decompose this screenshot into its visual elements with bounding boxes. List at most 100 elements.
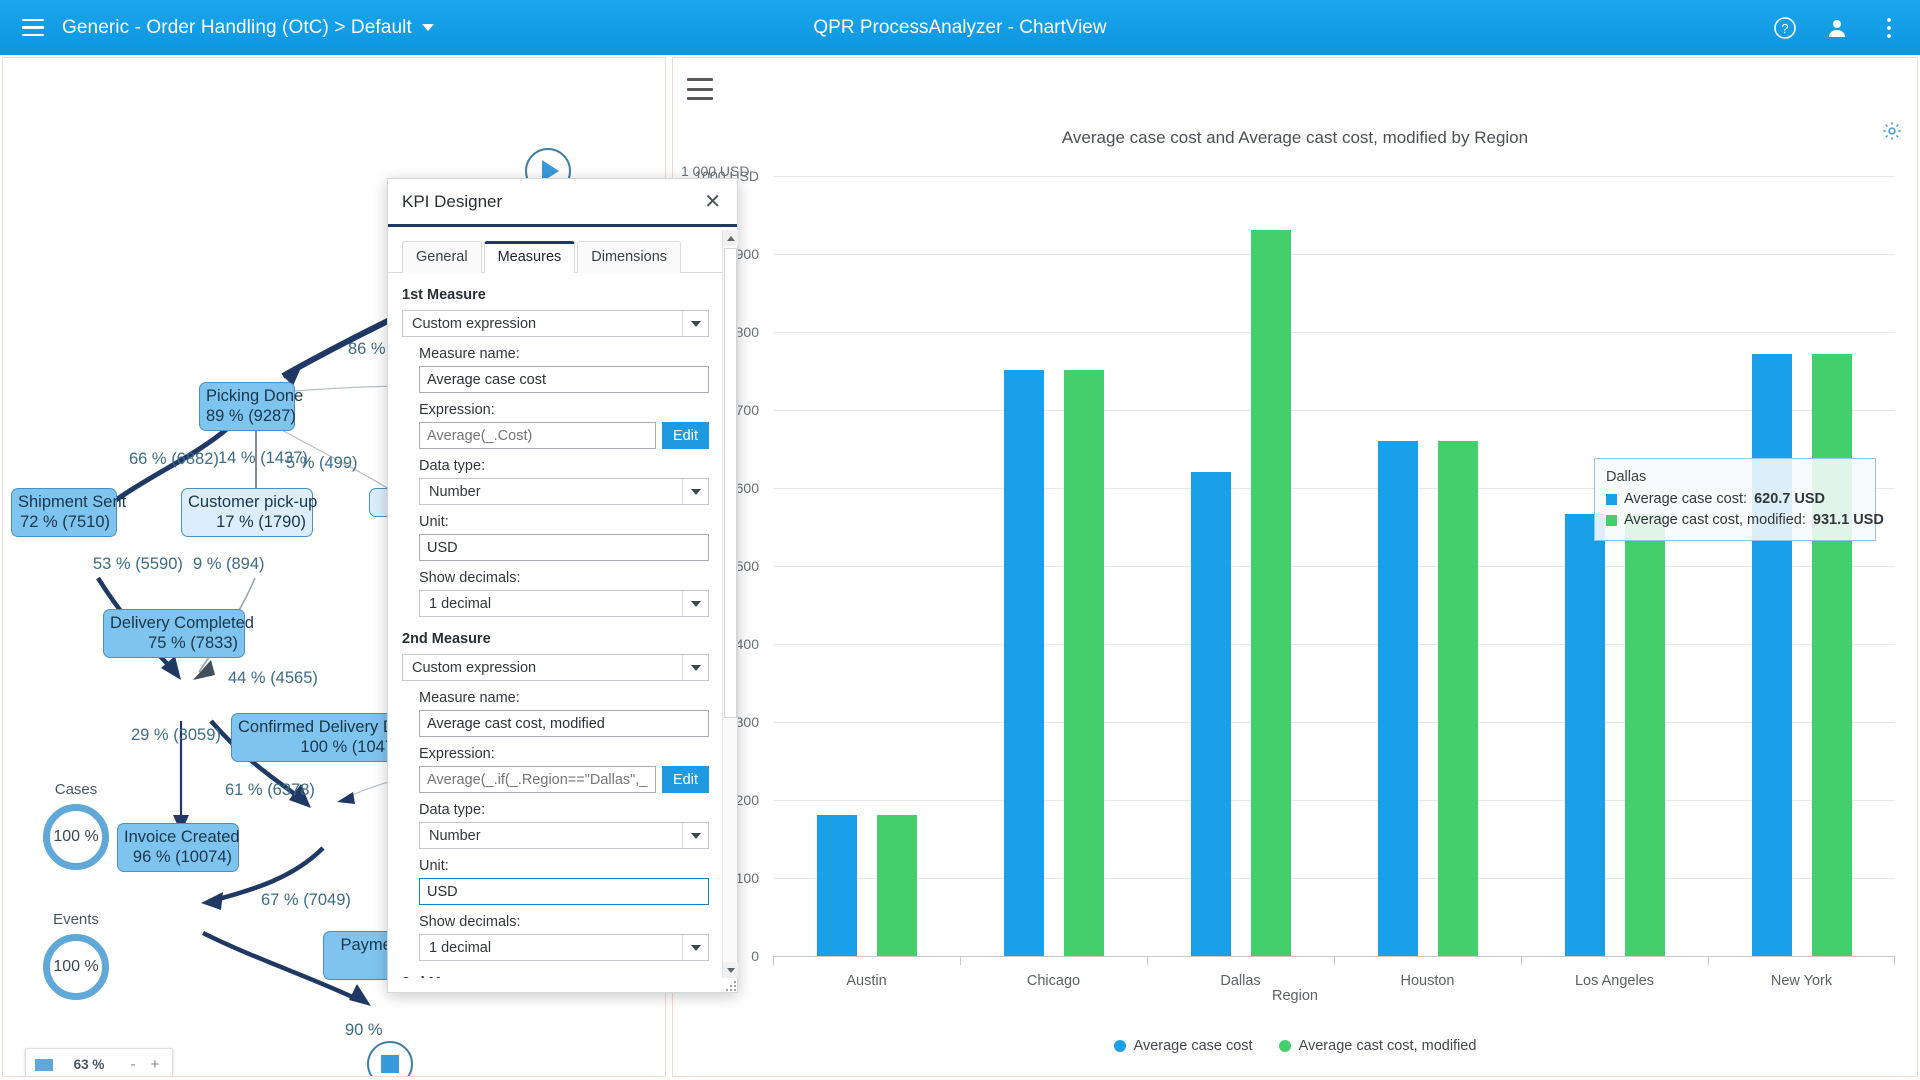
node-name: Shipment Sent (18, 493, 127, 511)
breadcrumb[interactable]: Generic - Order Handling (OtC) > Default (62, 17, 434, 39)
measure-1-type-select[interactable]: Custom expression (402, 310, 709, 337)
tooltip-title: Dallas (1606, 469, 1647, 485)
tab-dimensions[interactable]: Dimensions (577, 241, 682, 273)
edge-label: 67 % (7049) (261, 891, 351, 909)
dialog-title-bar: KPI Designer ✕ (388, 179, 737, 227)
tooltip-label: Average case cost: (1624, 491, 1748, 507)
x-tick-label: Dallas (1220, 973, 1261, 989)
bar-group: Dallas (1147, 176, 1334, 989)
y-tick-label: 100 (735, 870, 759, 886)
help-icon[interactable]: ? (1772, 15, 1798, 41)
tooltip-label: Average cast cost, modified: (1624, 512, 1806, 528)
node-name: Customer pick-up (188, 493, 318, 511)
tab-general[interactable]: General (402, 241, 482, 273)
y-tick-label: 700 (735, 402, 759, 418)
dialog-title: KPI Designer (402, 191, 503, 211)
node-confirmed-delivery-date[interactable]: Confirmed Delivery Da 100 % (1047 (231, 713, 404, 762)
tooltip-value: 931.1 USD (1812, 512, 1884, 528)
expression-edit-button[interactable]: Edit (662, 422, 709, 449)
top-bar-actions: ? (1772, 15, 1902, 41)
data-type-label: Data type: (419, 458, 486, 474)
chevron-down-icon (682, 655, 708, 680)
measure-2-type-select[interactable]: Custom expression (402, 654, 709, 681)
measure-name-label: Measure name: (419, 690, 520, 706)
bar[interactable] (1564, 513, 1605, 956)
scroll-up-button[interactable] (723, 230, 738, 246)
user-icon[interactable] (1824, 15, 1850, 41)
node-name: Picking Done (206, 387, 304, 405)
graph-zoom-controls: 63 % - + 18 % - + (25, 1048, 173, 1076)
bar[interactable] (1063, 370, 1104, 956)
gauge-label: Events (53, 911, 99, 928)
measure-name-input[interactable] (419, 710, 709, 737)
expression-input[interactable] (419, 422, 656, 449)
tab-measures[interactable]: Measures (483, 241, 576, 273)
bar-group: Houston (1334, 176, 1521, 989)
node-size-icon (32, 1058, 56, 1071)
node-value: 75 % (7833) (148, 634, 238, 652)
measure-1-heading: 1st Measure (402, 287, 486, 303)
measure-2-decimals-select[interactable]: 1 decimal (419, 934, 709, 961)
legend-item[interactable]: Average cast cost, modified (1278, 1038, 1476, 1054)
close-icon[interactable]: ✕ (698, 190, 727, 214)
y-tick-label: 0 (751, 948, 759, 964)
measure-1-decimals-select[interactable]: 1 decimal (419, 590, 709, 617)
node-picking-done[interactable]: Picking Done 89 % (9287) (199, 382, 303, 431)
measure-3-heading: 3rd Measure (402, 975, 709, 978)
bar[interactable] (1437, 441, 1478, 956)
dialog-resize-handle[interactable] (723, 978, 736, 991)
bar[interactable] (1003, 370, 1044, 956)
chevron-down-icon (421, 24, 434, 31)
unit-input[interactable] (419, 534, 709, 561)
chevron-down-icon (682, 479, 708, 504)
node-value: 89 % (9287) (206, 407, 296, 425)
bar[interactable] (1190, 471, 1231, 956)
legend-label: Average case cost (1133, 1038, 1253, 1054)
bar[interactable] (816, 814, 857, 956)
expression-input[interactable] (419, 766, 656, 793)
bar[interactable] (1624, 513, 1665, 956)
measure-1-datatype-select[interactable]: Number (419, 478, 709, 505)
bar[interactable] (1811, 353, 1852, 956)
scrollbar-thumb[interactable] (724, 248, 737, 718)
tooltip-row: Average cast cost, modified: 931.1 USD (1606, 510, 1884, 531)
node-customer-pickup[interactable]: Customer pick-up 17 % (1790) (181, 488, 317, 537)
node-delivery-completed[interactable]: Delivery Completed 75 % (7833) (103, 609, 254, 658)
gauge-label: Cases (54, 781, 98, 798)
expression-edit-button[interactable]: Edit (662, 766, 709, 793)
data-type-label: Data type: (419, 802, 486, 818)
axis-tick (1147, 956, 1148, 965)
measure-2-datatype-select[interactable]: Number (419, 822, 709, 849)
x-tick-label: Chicago (1026, 973, 1081, 989)
measure-2-datatype-select-value: Number (429, 827, 481, 844)
bar[interactable] (1250, 229, 1291, 956)
bar[interactable] (876, 814, 917, 956)
node-size-plus-button[interactable]: + (144, 1056, 166, 1073)
bar[interactable] (1377, 441, 1418, 956)
bar[interactable] (1751, 353, 1792, 956)
node-shipment-sent[interactable]: Shipment Sent 72 % (7510) (11, 488, 126, 537)
legend-item[interactable]: Average case cost (1113, 1038, 1253, 1054)
chevron-down-icon (682, 311, 708, 336)
edge-label: 29 % (3059) (131, 726, 221, 744)
x-tick-label: New York (1770, 973, 1833, 989)
edge-label: 86 % (348, 340, 386, 358)
tooltip-swatch (1606, 515, 1617, 526)
chart-menu-icon[interactable] (687, 78, 713, 100)
dialog-scrollbar[interactable] (722, 230, 738, 978)
chart-legend: Average case cost Average cast cost, modi… (673, 1038, 1917, 1054)
gauge-value: 100 % (43, 934, 109, 1000)
measure-2-type-select-value: Custom expression (412, 659, 537, 676)
scroll-down-button[interactable] (723, 962, 738, 978)
unit-input[interactable] (419, 878, 709, 905)
measure-name-input[interactable] (419, 366, 709, 393)
node-name: Delivery Completed (110, 614, 254, 632)
hamburger-icon[interactable] (16, 11, 50, 45)
node-size-minus-button[interactable]: - (122, 1056, 144, 1073)
x-tick-label: Houston (1400, 973, 1455, 989)
chart-bars: Austin Chicago Dallas Houston Los Angeles New… (773, 176, 1895, 989)
node-invoice-created[interactable]: Invoice Created 96 % (10074) (117, 823, 240, 872)
node-value: 100 % (1047 (300, 738, 394, 756)
gear-icon[interactable] (1881, 120, 1903, 147)
more-vertical-icon[interactable] (1876, 15, 1902, 41)
